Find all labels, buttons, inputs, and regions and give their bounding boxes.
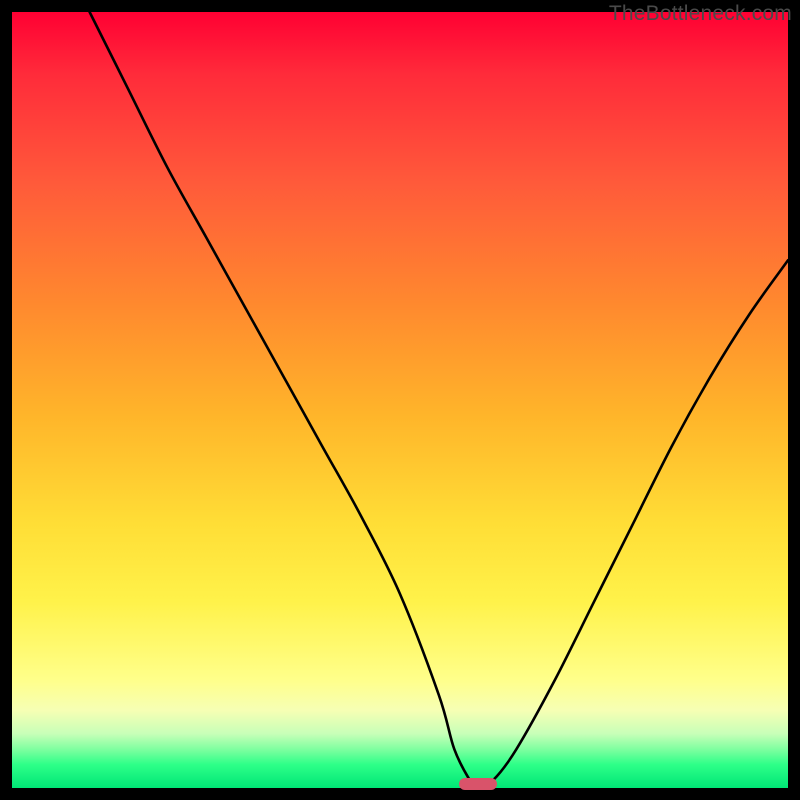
optimum-marker bbox=[459, 778, 497, 790]
plot-area bbox=[12, 12, 788, 788]
bottleneck-curve bbox=[12, 12, 788, 788]
chart-frame: TheBottleneck.com bbox=[0, 0, 800, 800]
watermark-text: TheBottleneck.com bbox=[609, 2, 792, 26]
